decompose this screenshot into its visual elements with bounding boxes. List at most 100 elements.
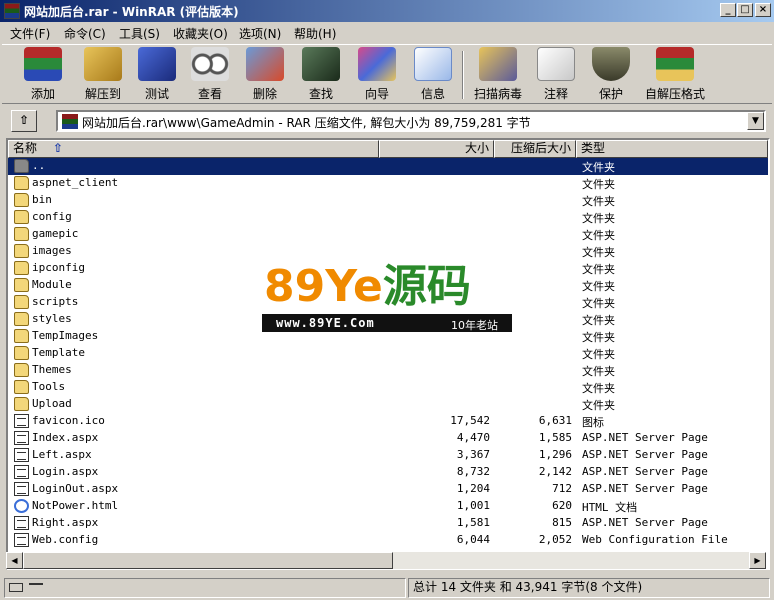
file-packed-size: 1,296 [538, 448, 572, 461]
view-button[interactable]: 查看 [185, 47, 235, 102]
file-row[interactable]: LoginOut.aspx 1,204 712 ASP.NET Server Page [8, 481, 768, 498]
scroll-right-button[interactable]: ▶ [749, 552, 766, 569]
folder-icon [14, 278, 29, 292]
folder-row[interactable]: .. 文件夹 [8, 158, 768, 175]
test-button[interactable]: 测试 [132, 47, 182, 102]
watermark-logo-part: 源码 [382, 261, 471, 312]
delete-button[interactable]: 删除 [240, 47, 290, 102]
file-icon [14, 516, 29, 530]
folder-row[interactable]: bin 文件夹 [8, 192, 768, 209]
file-row[interactable]: Right.aspx 1,581 815 ASP.NET Server Page [8, 515, 768, 532]
menu-help[interactable]: 帮助(H) [294, 25, 336, 42]
html-file-icon [14, 499, 29, 513]
add-button[interactable]: 添加 [16, 47, 70, 102]
folder-icon [14, 193, 29, 207]
file-packed-size: 620 [552, 499, 572, 512]
folder-row[interactable]: config 文件夹 [8, 209, 768, 226]
file-name: Tools [32, 380, 66, 393]
file-name: favicon.ico [32, 414, 105, 427]
extract-to-button[interactable]: 解压到 [74, 47, 132, 102]
file-row[interactable]: Web.config 6,044 2,052 Web Configuration Fi… [8, 532, 768, 549]
file-name: .. [32, 159, 46, 172]
column-name-label: 名称 [13, 141, 38, 155]
file-list[interactable]: 名称 ⇧ 大小 压缩后大小 类型 .. 文件夹 aspnet_client 文件夹 bi… [6, 138, 770, 570]
file-name: Right.aspx [32, 516, 99, 529]
file-type: 文件夹 [582, 229, 615, 242]
column-header-type[interactable]: 类型 [576, 140, 768, 158]
scroll-thumb[interactable] [23, 552, 393, 569]
folder-row[interactable]: gamepic 文件夹 [8, 226, 768, 243]
file-name: images [32, 244, 72, 257]
column-header-packed[interactable]: 压缩后大小 [494, 140, 576, 158]
comment-button[interactable]: 注释 [531, 47, 581, 102]
toolbar-separator [462, 51, 464, 99]
virus-scan-button[interactable]: 扫描病毒 [468, 47, 528, 102]
path-combobox[interactable]: 网站加后台.rar\www\GameAdmin - RAR 压缩文件, 解包大小… [56, 110, 766, 132]
file-row[interactable]: favicon.ico 17,542 6,631 图标 [8, 413, 768, 430]
menu-favorites[interactable]: 收藏夹(O) [173, 25, 228, 42]
folder-row[interactable]: Tools 文件夹 [8, 379, 768, 396]
file-icon [14, 465, 29, 479]
virus-scan-icon [479, 47, 517, 81]
scroll-left-button[interactable]: ◀ [6, 552, 23, 569]
menu-file[interactable]: 文件(F) [10, 25, 50, 42]
folder-icon [14, 397, 29, 411]
file-icon [14, 431, 29, 445]
winrar-app-icon[interactable] [4, 3, 20, 19]
sfx-button[interactable]: 自解压格式 [640, 47, 710, 102]
watermark-tag: 10年老站 [451, 319, 498, 332]
folder-row[interactable]: Template 文件夹 [8, 345, 768, 362]
close-button[interactable]: × [755, 3, 771, 17]
view-label: 查看 [197, 87, 222, 101]
menu-options[interactable]: 选项(N) [239, 25, 281, 42]
find-button[interactable]: 查找 [296, 47, 346, 102]
file-name: Themes [32, 363, 72, 376]
file-name: bin [32, 193, 52, 206]
find-label: 查找 [308, 87, 333, 101]
file-type: 文件夹 [582, 161, 615, 174]
wizard-icon [358, 47, 396, 81]
up-folder-button[interactable]: ⇧ [11, 110, 37, 132]
sfx-label: 自解压格式 [644, 87, 705, 101]
rar-archive-icon [62, 114, 78, 129]
file-type: 文件夹 [582, 280, 615, 293]
file-packed-size: 815 [552, 516, 572, 529]
file-name: NotPower.html [32, 499, 119, 512]
column-header-size[interactable]: 大小 [379, 140, 494, 158]
folder-icon [14, 210, 29, 224]
file-row[interactable]: NotPower.html 1,001 620 HTML 文档 [8, 498, 768, 515]
file-type: ASP.NET Server Page [582, 448, 708, 461]
menu-tools[interactable]: 工具(S) [119, 25, 160, 42]
title-bar[interactable]: 网站加后台.rar - WinRAR (评估版本) _ □ × [0, 0, 774, 22]
folder-row[interactable]: aspnet_client 文件夹 [8, 175, 768, 192]
file-name: config [32, 210, 72, 223]
add-archive-icon [24, 47, 62, 81]
add-label: 添加 [30, 87, 55, 101]
file-icon [14, 448, 29, 462]
protect-button[interactable]: 保护 [586, 47, 636, 102]
folder-row[interactable]: Themes 文件夹 [8, 362, 768, 379]
file-packed-size: 6,631 [538, 414, 572, 427]
wizard-button[interactable]: 向导 [352, 47, 402, 102]
horizontal-scrollbar[interactable]: ◀ ▶ [6, 552, 766, 569]
file-type: 文件夹 [582, 348, 615, 361]
file-type: ASP.NET Server Page [582, 482, 708, 495]
file-packed-size: 712 [552, 482, 572, 495]
file-size: 3,367 [456, 448, 490, 461]
file-row[interactable]: Left.aspx 3,367 1,296 ASP.NET Server Page [8, 447, 768, 464]
file-name: Module [32, 278, 72, 291]
column-header-name[interactable]: 名称 ⇧ [8, 140, 379, 158]
file-name: Index.aspx [32, 431, 99, 444]
file-row[interactable]: Login.aspx 8,732 2,142 ASP.NET Server Page [8, 464, 768, 481]
protect-icon [592, 47, 630, 81]
file-icon [14, 482, 29, 496]
path-dropdown-button[interactable]: ▼ [747, 112, 764, 130]
minimize-button[interactable]: _ [720, 3, 736, 17]
folder-row[interactable]: images 文件夹 [8, 243, 768, 260]
folder-row[interactable]: Upload 文件夹 [8, 396, 768, 413]
file-row[interactable]: Index.aspx 4,470 1,585 ASP.NET Server Page [8, 430, 768, 447]
file-size: 6,044 [456, 533, 490, 546]
menu-commands[interactable]: 命令(C) [64, 25, 106, 42]
info-button[interactable]: 信息 [408, 47, 458, 102]
maximize-button[interactable]: □ [737, 3, 753, 17]
